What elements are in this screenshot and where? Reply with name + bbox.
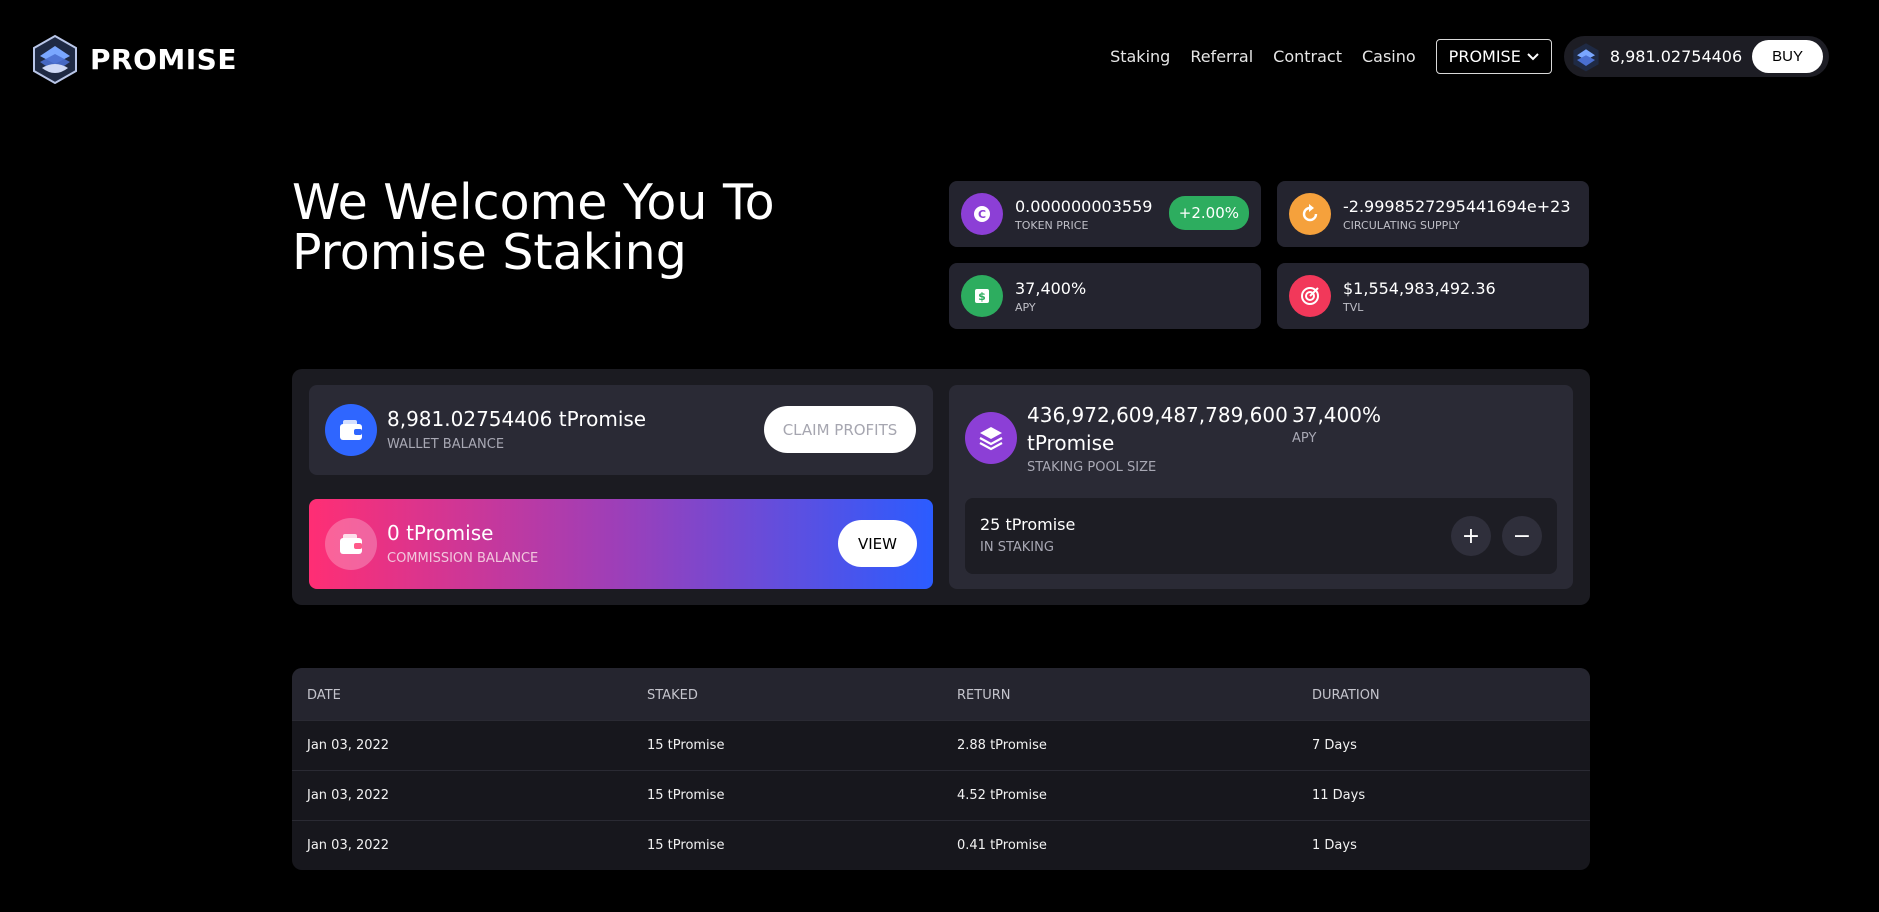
refresh-icon (1289, 193, 1331, 235)
coin-icon: C (961, 193, 1003, 235)
stake-minus-button[interactable]: − (1502, 516, 1542, 556)
token-select[interactable]: PROMISE (1435, 39, 1552, 74)
price-change-badge: +2.00% (1168, 196, 1249, 230)
cell-duration: 7 Days (1312, 738, 1357, 753)
stat-circulating-supply: -2.9998527295441694e+23 CIRCULATING SUPP… (1277, 181, 1589, 247)
pool-apy-value: 37,400% (1292, 403, 1381, 427)
circulating-supply-value: -2.9998527295441694e+23 (1343, 196, 1571, 216)
in-staking-value: 25 tPromise (980, 515, 1076, 534)
table-row: Jan 03, 2022 15 tPromise 4.52 tPromise 1… (292, 770, 1590, 820)
header-return: RETURN (957, 688, 1011, 703)
cell-staked: 15 tPromise (647, 788, 725, 803)
cell-return: 0.41 tPromise (957, 838, 1047, 853)
cell-staked: 15 tPromise (647, 838, 725, 853)
apy-label: APY (1015, 300, 1036, 314)
cell-return: 2.88 tPromise (957, 738, 1047, 753)
pool-apy-label: APY (1292, 431, 1317, 446)
stake-plus-button[interactable]: + (1451, 516, 1491, 556)
top-nav: Staking Referral Contract Casino PROMISE… (1110, 36, 1829, 77)
nav-staking[interactable]: Staking (1110, 47, 1170, 66)
token-select-label: PROMISE (1448, 47, 1521, 66)
promise-logo-icon (33, 34, 77, 84)
cell-duration: 11 Days (1312, 788, 1366, 803)
staking-pool-card: 436,972,609,487,789,600 tPromise STAKING… (949, 385, 1573, 589)
page-title: We Welcome You To Promise Staking (292, 174, 775, 281)
wallet-balance-label: WALLET BALANCE (387, 437, 505, 452)
stat-apy: $ 37,400% APY (949, 263, 1261, 329)
claim-profits-button[interactable]: CLAIM PROFITS (764, 406, 916, 453)
apy-value: 37,400% (1015, 278, 1087, 298)
token-price-value: 0.000000003559 (1015, 196, 1153, 216)
wallet-icon (325, 404, 377, 456)
header-duration: DURATION (1312, 688, 1380, 703)
table-row: Jan 03, 2022 15 tPromise 2.88 tPromise 7… (292, 720, 1590, 770)
wallet-balance-card: 8,981.02754406 tPromise WALLET BALANCE C… (309, 385, 933, 475)
stat-tvl: $1,554,983,492.36 TVL (1277, 263, 1589, 329)
cell-date: Jan 03, 2022 (307, 788, 390, 803)
commission-balance-card: 0 tPromise COMMISSION BALANCE VIEW (309, 499, 933, 589)
in-staking-label: IN STAKING (980, 540, 1054, 555)
svg-text:C: C (978, 208, 986, 221)
buy-button[interactable]: BUY (1752, 40, 1823, 73)
pool-size-value-line1: 436,972,609,487,789,600 (1027, 403, 1288, 427)
wallet-amount: 8,981.02754406 (1609, 47, 1743, 66)
circulating-supply-label: CIRCULATING SUPPLY (1343, 218, 1460, 232)
in-staking-box: 25 tPromise IN STAKING + − (965, 498, 1557, 574)
nav-contract[interactable]: Contract (1273, 47, 1342, 66)
cell-date: Jan 03, 2022 (307, 738, 390, 753)
header-date: DATE (307, 688, 341, 703)
brand-logo[interactable]: PROMISE (32, 34, 237, 84)
wallet-icon (325, 518, 377, 570)
brand-name: PROMISE (90, 42, 237, 76)
svg-text:$: $ (978, 290, 986, 303)
nav-casino[interactable]: Casino (1362, 47, 1416, 66)
wallet-pill[interactable]: 8,981.02754406 BUY (1563, 36, 1829, 77)
commission-balance-label: COMMISSION BALANCE (387, 551, 539, 566)
target-icon (1289, 275, 1331, 317)
cell-date: Jan 03, 2022 (307, 838, 390, 853)
pool-size-label: STAKING POOL SIZE (1027, 460, 1157, 475)
chevron-down-icon (1527, 52, 1539, 60)
stat-token-price: C 0.000000003559 TOKEN PRICE +2.00% (949, 181, 1261, 247)
table-row: Jan 03, 2022 15 tPromise 0.41 tPromise 1… (292, 820, 1590, 870)
promise-token-icon (1573, 42, 1599, 71)
header-staked: STAKED (647, 688, 698, 703)
cell-staked: 15 tPromise (647, 738, 725, 753)
tvl-label: TVL (1343, 300, 1364, 314)
nav-referral[interactable]: Referral (1190, 47, 1253, 66)
cell-duration: 1 Days (1312, 838, 1357, 853)
commission-balance-value: 0 tPromise (387, 521, 494, 545)
pool-size-value-line2: tPromise (1027, 431, 1115, 455)
staking-panel: 8,981.02754406 tPromise WALLET BALANCE C… (292, 369, 1590, 605)
tvl-value: $1,554,983,492.36 (1343, 278, 1496, 298)
staking-history-table: DATE STAKED RETURN DURATION Jan 03, 2022… (292, 668, 1590, 870)
header: PROMISE Staking Referral Contract Casino… (0, 0, 1879, 120)
cell-return: 4.52 tPromise (957, 788, 1047, 803)
token-price-label: TOKEN PRICE (1015, 218, 1089, 232)
money-icon: $ (961, 275, 1003, 317)
layers-icon (965, 412, 1017, 464)
wallet-balance-value: 8,981.02754406 tPromise (387, 407, 647, 431)
view-button[interactable]: VIEW (838, 520, 917, 567)
table-header: DATE STAKED RETURN DURATION (292, 668, 1590, 720)
